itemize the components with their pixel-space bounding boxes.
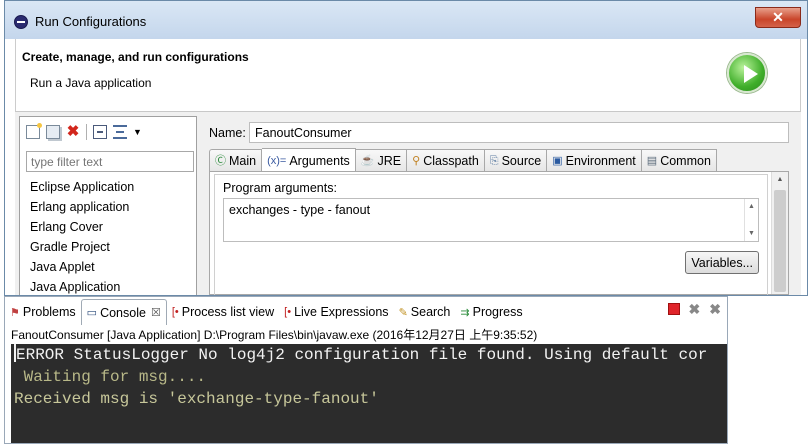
tab-label: Arguments [289,153,350,168]
list-item[interactable]: Gradle Project [30,237,134,257]
collapse-all-icon[interactable] [93,125,107,139]
tab-jre[interactable]: ☕ JRE [355,149,408,171]
configuration-tabs: Ⓒ Main (x)= Arguments ☕ JRE ⚲ Classpath … [209,148,755,172]
tab-live-expressions[interactable]: [• Live Expressions [279,299,393,325]
new-configuration-icon[interactable] [26,123,42,139]
tab-label: Problems [22,305,76,319]
dialog-title: Run Configurations [35,14,147,29]
remove-launch-icon[interactable]: ✖ [689,302,701,316]
program-arguments-value: exchanges - type - fanout [229,203,371,217]
close-button[interactable]: ✕ [755,7,801,28]
run-configurations-dialog: Run Configurations ✕ Create, manage, and… [4,0,808,296]
program-arguments-field[interactable]: exchanges - type - fanout ▲ ▼ [223,198,759,242]
tab-label: Console [100,305,146,320]
environment-icon: ▣ [552,154,563,167]
process-label: FanoutConsumer [Java Application] D:\Pro… [11,328,538,342]
tab-label: Progress [472,305,523,319]
scroll-down-icon[interactable]: ▼ [748,230,755,237]
tab-label: Source [501,153,542,168]
scroll-up-icon[interactable]: ▲ [772,172,788,188]
console-line: Waiting for msg.... [14,368,207,386]
configuration-editor: Name: Ⓒ Main (x)= Arguments ☕ JRE ⚲ Clas… [203,116,801,295]
live-expressions-icon: [• [284,306,292,318]
progress-icon: ⇉ [460,306,470,319]
scroll-up-icon[interactable]: ▲ [748,203,755,210]
tab-arguments[interactable]: (x)= Arguments [262,148,356,172]
list-item[interactable]: Java Application [30,277,134,295]
jre-icon: ☕ [360,154,375,167]
tab-problems[interactable]: ⚑ Problems [5,299,81,325]
header-title: Create, manage, and run configurations [22,50,249,64]
view-tabs: ⚑ Problems ▭ Console ☒ [• Process list v… [5,297,727,325]
list-item[interactable]: Eclipse Application [30,177,134,197]
terminate-icon[interactable] [667,303,680,315]
arguments-tab-content: Program arguments: exchanges - type - fa… [209,171,789,295]
list-item[interactable]: Erlang application [30,197,134,217]
run-icon [727,53,767,93]
tab-source[interactable]: ⎘ Source [484,149,548,171]
eclipse-icon [14,15,28,29]
toolbar-divider [86,124,87,140]
list-item[interactable]: Java Applet [30,257,134,277]
classpath-icon: ⚲ [412,154,421,167]
list-item[interactable]: Erlang Cover [30,217,134,237]
filter-input[interactable] [26,151,194,172]
remove-all-launches-icon[interactable]: ✖ [709,302,721,316]
console-view: ⚑ Problems ▭ Console ☒ [• Process list v… [4,296,728,444]
console-actions: ✖ ✖ [667,302,721,316]
tab-label: JRE [377,153,402,168]
process-list-icon: [• [171,306,179,318]
content-scrollbar[interactable]: ▲ [771,172,788,294]
dialog-body: ✖ ▼ Eclipse Application Erlang applicati… [15,111,801,295]
tab-process-list[interactable]: [• Process list view [167,299,279,325]
configuration-list-panel: ✖ ▼ Eclipse Application Erlang applicati… [19,116,197,295]
header-subtitle: Run a Java application [30,76,152,90]
name-label: Name: [209,126,246,140]
tab-environment[interactable]: ▣ Environment [547,149,642,171]
configuration-toolbar: ✖ ▼ [26,123,147,141]
tab-search[interactable]: ✎ Search [394,299,456,325]
arguments-scrollbar[interactable]: ▲ ▼ [744,199,758,241]
tab-label: Common [660,153,711,168]
program-arguments-label: Program arguments: [223,181,337,195]
scrollbar-thumb[interactable] [774,190,786,292]
duplicate-icon[interactable] [46,125,60,139]
tab-label: Main [229,153,257,168]
common-icon: ▤ [646,154,658,167]
tab-label: Environment [565,153,636,168]
tab-progress[interactable]: ⇉ Progress [455,299,527,325]
console-line: ERROR StatusLogger No log4j2 configurati… [14,344,708,364]
arguments-icon: (x)= [267,154,287,167]
source-icon: ⎘ [489,154,499,167]
console-line: Received msg is 'exchange-type-fanout' [14,390,379,408]
tab-label: Live Expressions [294,305,389,319]
tab-label: Process list view [181,305,275,319]
console-output[interactable]: ERROR StatusLogger No log4j2 configurati… [11,344,727,443]
title-bar: Run Configurations ✕ [5,1,807,39]
dialog-header: Create, manage, and run configurations R… [15,39,801,111]
tab-classpath[interactable]: ⚲ Classpath [407,149,485,171]
name-field[interactable] [249,122,789,143]
tab-label: Classpath [423,153,479,168]
delete-icon[interactable]: ✖ [66,124,80,139]
tab-common[interactable]: ▤ Common [641,149,717,171]
tab-label: Search [410,305,451,319]
tab-console[interactable]: ▭ Console ☒ [80,299,167,325]
filter-icon[interactable] [113,125,127,139]
problems-icon: ⚑ [10,306,20,319]
console-icon: ▭ [86,307,98,319]
main-icon: Ⓒ [215,154,226,167]
variables-button[interactable]: Variables... [685,251,759,274]
tab-main[interactable]: Ⓒ Main [209,149,263,171]
chevron-down-icon[interactable]: ▼ [133,125,147,139]
configuration-type-list: Eclipse Application Erlang application E… [30,177,134,295]
close-icon[interactable]: ☒ [151,306,161,319]
search-icon: ✎ [398,306,408,319]
program-arguments-group: Program arguments: exchanges - type - fa… [214,174,768,295]
